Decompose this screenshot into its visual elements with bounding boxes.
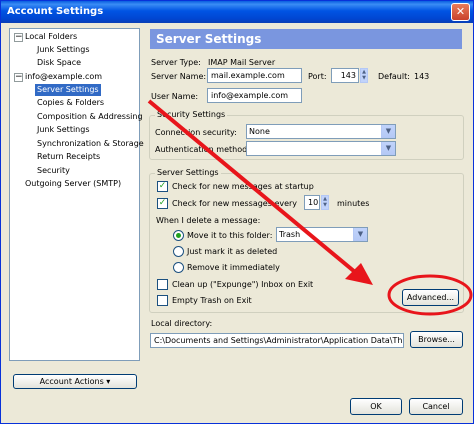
- dropdown-arrow-icon: ▼: [381, 125, 395, 138]
- port-label: Port:: [308, 72, 327, 81]
- dropdown-arrow-icon: ▼: [353, 228, 367, 241]
- empty-trash-label: Empty Trash on Exit: [172, 296, 252, 305]
- minutes-label: minutes: [337, 199, 370, 208]
- mark-deleted-label: Just mark it as deleted: [187, 247, 278, 256]
- check-every-checkbox[interactable]: ✓: [157, 198, 168, 209]
- security-settings-title: Security Settings: [155, 110, 228, 120]
- server-type-value: IMAP Mail Server: [208, 58, 276, 67]
- ok-button[interactable]: OK: [350, 398, 402, 415]
- check-startup-label: Check for new messages at startup: [172, 182, 314, 191]
- user-name-label: User Name:: [151, 92, 199, 101]
- tree-item-composition[interactable]: Composition & Addressing: [37, 111, 143, 123]
- tree-item-disk-space[interactable]: Disk Space: [37, 57, 81, 69]
- account-actions-button[interactable]: Account Actions ▾: [13, 374, 137, 389]
- delete-message-label: When I delete a message:: [156, 216, 261, 225]
- chevron-down-icon: ▾: [106, 377, 111, 386]
- server-settings-title: Server Settings: [155, 168, 221, 178]
- tree-item-copies-folders[interactable]: Copies & Folders: [37, 97, 104, 109]
- tree-item-server-settings[interactable]: Server Settings: [35, 84, 101, 96]
- tree-item-sync-storage[interactable]: Synchronization & Storage: [37, 138, 144, 150]
- user-name-input[interactable]: info@example.com: [207, 88, 302, 103]
- move-to-folder-label: Move it to this folder:: [187, 231, 273, 240]
- server-name-input[interactable]: mail.example.com: [207, 68, 302, 83]
- check-interval-spinner[interactable]: ▲ ▼: [321, 195, 329, 210]
- port-input[interactable]: 143: [331, 68, 359, 83]
- empty-trash-checkbox[interactable]: [157, 295, 168, 306]
- title-bar: Account Settings ✕: [1, 1, 473, 23]
- tree-item-account[interactable]: info@example.com: [25, 71, 102, 83]
- server-name-label: Server Name:: [151, 72, 207, 81]
- default-port-label: Default:: [378, 72, 410, 81]
- local-directory-label: Local directory:: [151, 319, 213, 328]
- move-folder-select[interactable]: Trash ▼: [276, 227, 368, 242]
- check-startup-checkbox[interactable]: ✓: [157, 181, 168, 192]
- account-tree[interactable]: − Local Folders Junk Settings Disk Space…: [9, 28, 144, 361]
- check-interval-input[interactable]: 10: [304, 195, 320, 210]
- tree-item-junk-settings[interactable]: Junk Settings: [37, 44, 90, 56]
- tree-item-return-receipts[interactable]: Return Receipts: [37, 151, 100, 163]
- connection-security-value: None: [249, 127, 270, 136]
- tree-item-local-folders[interactable]: Local Folders: [25, 31, 77, 43]
- cancel-button[interactable]: Cancel: [409, 398, 463, 415]
- move-folder-value: Trash: [279, 230, 301, 239]
- page-title: Server Settings: [150, 29, 462, 49]
- account-actions-label: Account Actions: [39, 377, 104, 386]
- mark-deleted-radio[interactable]: [173, 246, 184, 257]
- move-to-folder-radio[interactable]: [173, 230, 184, 241]
- collapse-icon[interactable]: −: [14, 73, 23, 82]
- auth-method-label: Authentication method:: [155, 145, 250, 154]
- connection-security-select[interactable]: None ▼: [246, 124, 396, 139]
- close-button[interactable]: ✕: [451, 3, 470, 21]
- account-settings-window: Account Settings ✕ − Local Folders Junk …: [0, 0, 474, 424]
- default-port-value: 143: [414, 72, 430, 81]
- close-icon: ✕: [455, 5, 466, 18]
- connection-security-label: Connection security:: [155, 128, 237, 137]
- collapse-icon[interactable]: −: [14, 33, 23, 42]
- browse-button[interactable]: Browse...: [410, 331, 463, 348]
- tree-item-account-junk[interactable]: Junk Settings: [37, 124, 90, 136]
- local-directory-input[interactable]: C:\Documents and Settings\Administrator\…: [150, 333, 404, 348]
- advanced-button[interactable]: Advanced...: [402, 289, 459, 306]
- expunge-label: Clean up ("Expunge") Inbox on Exit: [172, 280, 314, 289]
- window-title: Account Settings: [7, 6, 104, 17]
- port-spinner[interactable]: ▲ ▼: [360, 68, 368, 83]
- tree-item-outgoing-server[interactable]: Outgoing Server (SMTP): [25, 178, 121, 190]
- remove-immediately-label: Remove it immediately: [187, 263, 280, 272]
- remove-immediately-radio[interactable]: [173, 262, 184, 273]
- dropdown-arrow-icon: ▼: [381, 142, 395, 155]
- tree-item-security[interactable]: Security: [37, 165, 70, 177]
- auth-method-select[interactable]: ▼: [246, 141, 396, 156]
- expunge-checkbox[interactable]: [157, 279, 168, 290]
- server-type-label: Server Type:: [151, 58, 201, 67]
- check-every-label: Check for new messages every: [172, 199, 298, 208]
